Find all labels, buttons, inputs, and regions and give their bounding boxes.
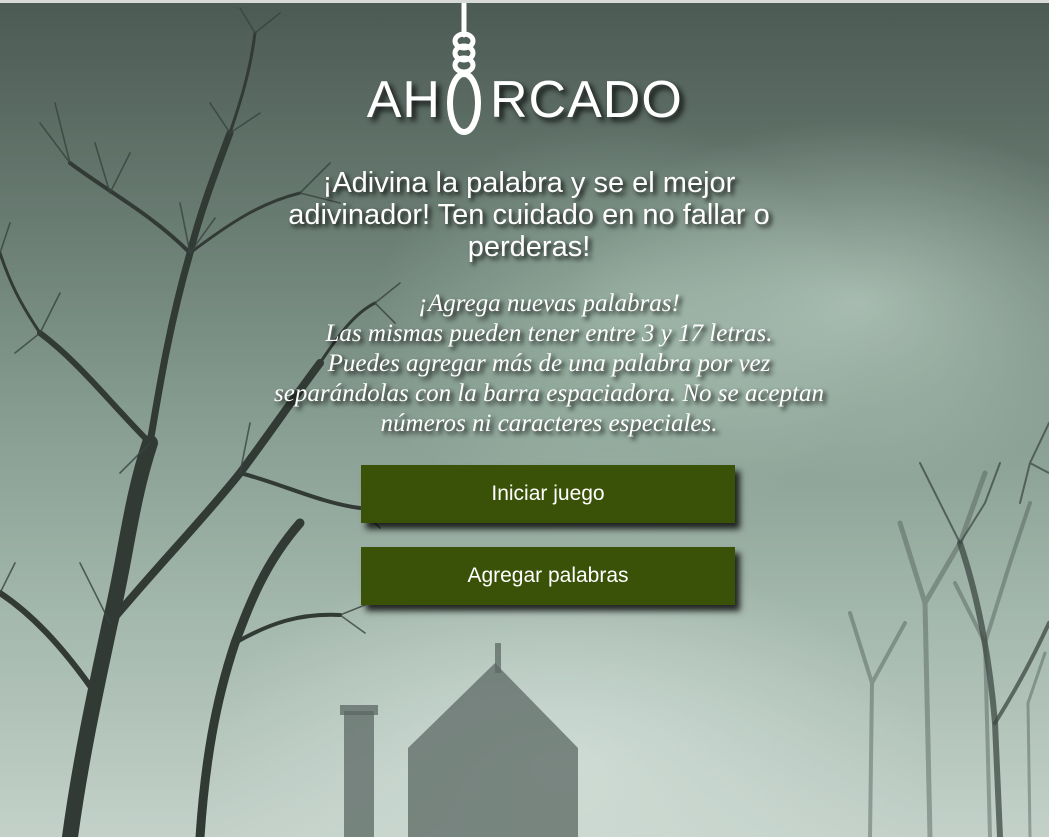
tagline: ¡Adivina la palabra y se el mejor adivin…: [288, 167, 770, 263]
page-title: AH RCADO: [0, 69, 1049, 133]
add-words-instructions: ¡Agrega nuevas palabras! Las mismas pued…: [262, 289, 836, 439]
instructions-line: Las mismas pueden tener entre 3 y 17 let…: [325, 320, 773, 347]
title-part-after: RCADO: [490, 71, 683, 129]
instructions-line: ¡Agrega nuevas palabras!: [418, 290, 680, 317]
game-page: AH RCADO ¡Adivina la palabra y se el mej…: [0, 0, 1049, 837]
instructions-line: Puedes agregar más de una palabra por ve…: [274, 350, 824, 437]
main-content: AH RCADO ¡Adivina la palabra y se el mej…: [0, 3, 1049, 837]
add-words-button[interactable]: Agregar palabras: [361, 547, 735, 605]
title-part-before: AH: [366, 71, 441, 129]
start-game-button[interactable]: Iniciar juego: [361, 465, 735, 523]
